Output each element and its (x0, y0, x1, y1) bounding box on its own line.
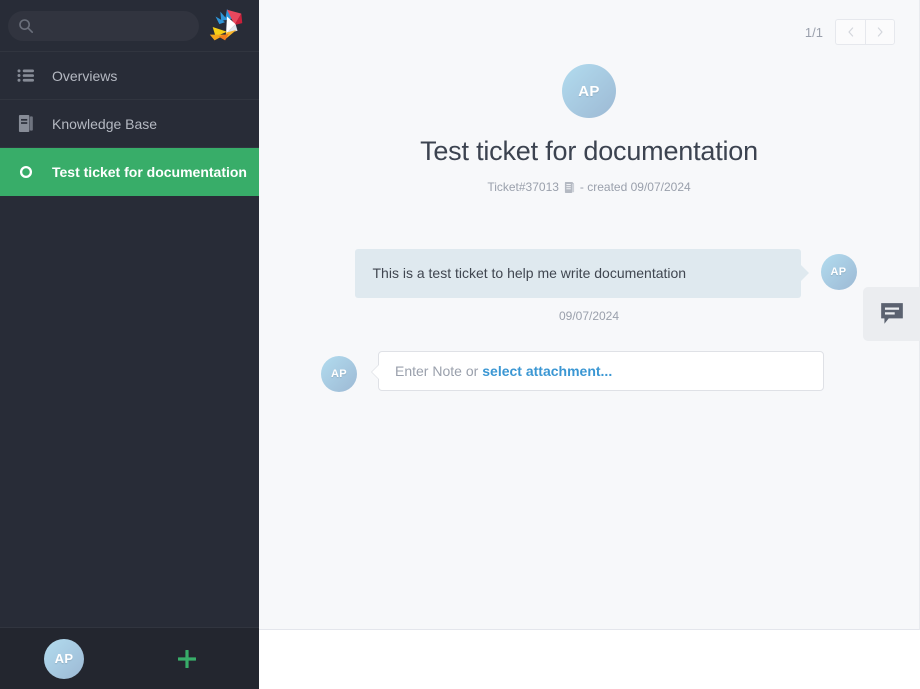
pager-prev-button[interactable] (835, 19, 865, 45)
page-title: Test ticket for documentation (420, 136, 758, 166)
app-root: Overviews Knowledge Base Test ticket for… (0, 0, 920, 689)
main-area: 1/1 AP Test ticket for documentation Tic… (259, 0, 920, 689)
article-author-avatar[interactable]: AP (820, 254, 857, 290)
search-box[interactable] (8, 10, 199, 41)
pager-count: 1/1 (804, 24, 823, 40)
sidebar-item-test-ticket-for-documentation[interactable]: Test ticket for documentation (0, 148, 259, 196)
note-composer-row: AP Enter Note or select attachment... (259, 350, 919, 392)
composer-avatar[interactable]: AP (321, 355, 357, 392)
article-bubble[interactable]: This is a test ticket to help me write d… (354, 249, 809, 298)
document-copy-icon[interactable] (564, 181, 575, 194)
article-row: This is a test ticket to help me write d… (259, 249, 919, 298)
pager-next-button[interactable] (865, 19, 895, 45)
sidebar-item-knowledge-base[interactable]: Knowledge Base (0, 100, 259, 148)
ticket-content-panel: 1/1 AP Test ticket for documentation Tic… (259, 0, 920, 630)
avatar-initials: AP (578, 82, 600, 100)
article-pager: 1/1 (805, 19, 895, 45)
list-icon (14, 65, 38, 87)
zammad-bird-logo[interactable] (205, 4, 249, 48)
avatar-initials: AP (331, 367, 347, 380)
note-placeholder-text: Enter Note or (395, 362, 479, 379)
chat-tab-button[interactable] (863, 287, 920, 341)
book-icon (14, 113, 38, 135)
avatar-initials: AP (54, 651, 74, 666)
chat-bubble-icon (880, 303, 903, 324)
search-input[interactable] (41, 18, 189, 33)
ticket-customer-avatar[interactable]: AP (562, 64, 616, 118)
article-body: This is a test ticket to help me write d… (372, 265, 687, 281)
ticket-number[interactable]: Ticket#37013 (487, 180, 559, 194)
sidebar-item-label: Knowledge Base (52, 115, 158, 132)
avatar-initials: AP (830, 266, 847, 278)
ticket-meta: Ticket#37013 - created 09/07/2024 (259, 180, 919, 194)
chevron-left-icon (847, 27, 853, 37)
ticket-state-circle-icon (14, 161, 38, 183)
sidebar-footer: AP (0, 627, 259, 689)
sidebar-item-label: Overviews (52, 67, 118, 84)
avatar-user-menu[interactable]: AP (44, 638, 84, 679)
sidebar-header (0, 0, 259, 52)
sidebar-item-overviews[interactable]: Overviews (0, 52, 259, 100)
chevron-right-icon (877, 27, 883, 37)
add-new-button[interactable] (174, 646, 200, 672)
ticket-created-date: - created 09/07/2024 (579, 180, 691, 194)
select-attachment-link[interactable]: select attachment... (482, 363, 612, 379)
sidebar-empty-space (0, 196, 259, 627)
note-input[interactable]: Enter Note or select attachment... (371, 350, 824, 391)
article-date: 09/07/2024 (558, 308, 620, 323)
sidebar-nav: Overviews Knowledge Base Test ticket for… (0, 52, 259, 196)
sidebar-item-label: Test ticket for documentation (52, 163, 247, 180)
sidebar: Overviews Knowledge Base Test ticket for… (0, 0, 259, 689)
search-icon (18, 18, 34, 34)
